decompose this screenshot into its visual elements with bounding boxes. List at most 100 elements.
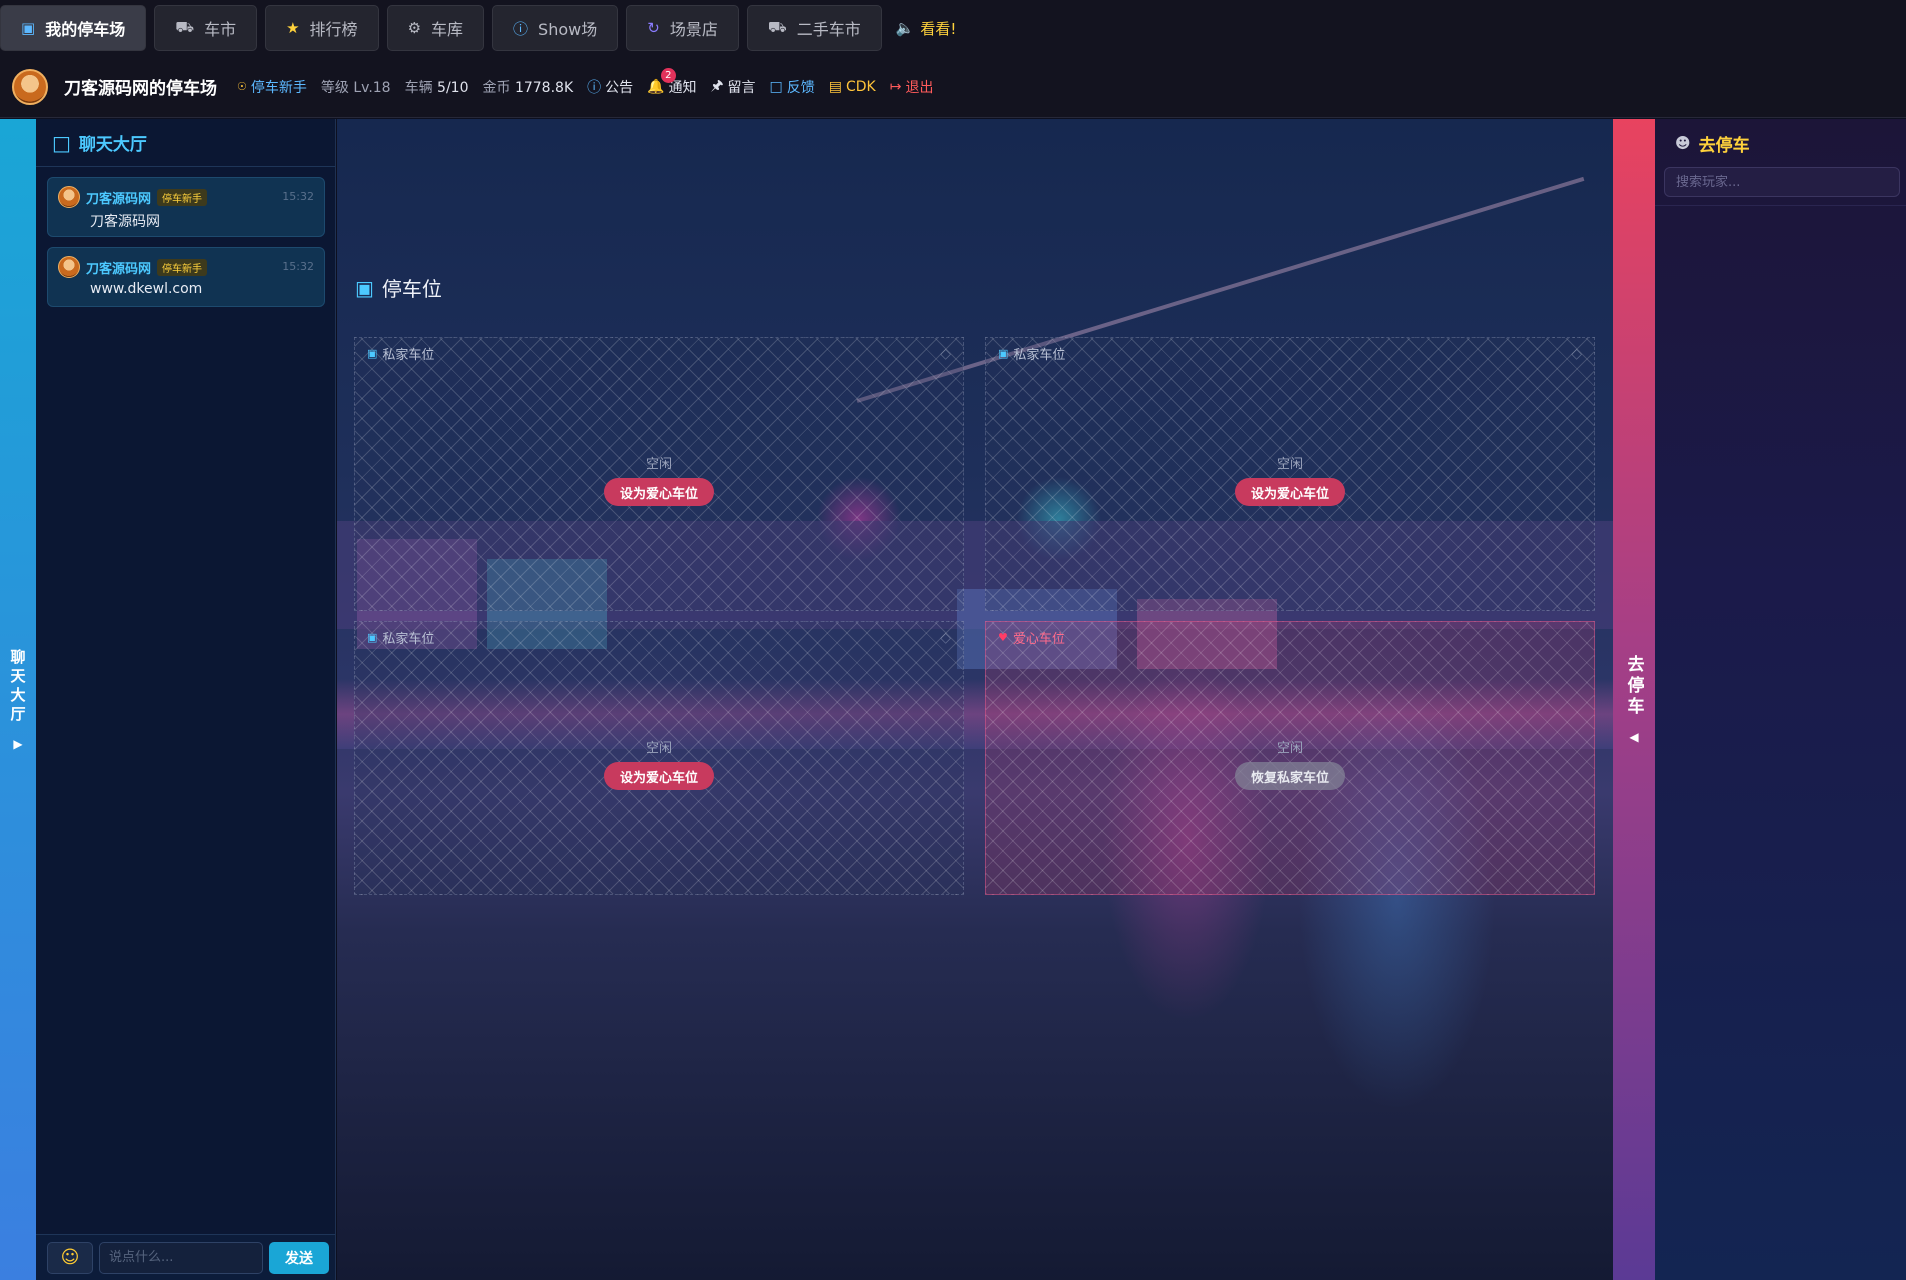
- slot-type: ▣ 私家车位: [367, 628, 434, 647]
- chat-panel: □ 聊天大厅 刀客源码网 停车新手 15:32 刀客源码网 刀客源码网 停车新手…: [36, 119, 336, 1280]
- arrow-left-icon: ◀: [1629, 730, 1639, 744]
- chat-header: □ 聊天大厅: [36, 119, 335, 167]
- feedback-label: 反馈: [786, 79, 815, 96]
- tab-show[interactable]: ⓘ Show场: [492, 5, 619, 51]
- star-icon: ★: [286, 19, 300, 37]
- tab-label: Show场: [538, 20, 598, 39]
- avatar[interactable]: [12, 68, 48, 105]
- go-park-drawer-label: 去停车: [1623, 655, 1644, 718]
- chat-drawer-label: 聊天大厅: [8, 648, 27, 725]
- tab-label: 车库: [431, 20, 464, 39]
- notice-link[interactable]: ⓘ 公告: [587, 77, 633, 97]
- tab-garage[interactable]: ⚙ 车库: [386, 5, 485, 51]
- parking-slot[interactable]: ▣ 私家车位 ◇ 空闲 设为爱心车位: [354, 337, 964, 611]
- parking-slot[interactable]: ▣ 私家车位 ◇ 空闲 设为爱心车位: [354, 621, 964, 895]
- slot-type: ▣ 私家车位: [367, 344, 434, 363]
- parking-title: 停车位: [381, 277, 442, 301]
- chat-bubble-icon: □: [769, 78, 783, 95]
- chat-message: 刀客源码网 停车新手 15:32 刀客源码网: [47, 177, 325, 237]
- logout-link[interactable]: ↦ 退出: [890, 77, 934, 97]
- go-park-header: ☻ 去停车: [1655, 119, 1906, 167]
- slot-type-label: 私家车位: [382, 348, 435, 363]
- gold-stat: 金币 1778.8K: [483, 77, 574, 97]
- level-title: 停车新手: [250, 79, 307, 96]
- chat-input[interactable]: [99, 1241, 263, 1274]
- avatar[interactable]: [58, 186, 80, 208]
- message-label: 留言: [727, 79, 756, 96]
- slot-status: 空闲: [1276, 741, 1303, 756]
- chat-title: 聊天大厅: [78, 135, 147, 155]
- tab-used-car-market[interactable]: ⛟ 二手车市: [746, 5, 882, 51]
- chat-drawer-toggle[interactable]: 聊天大厅 ▶: [0, 119, 36, 1280]
- go-park-title: 去停车: [1698, 135, 1750, 156]
- slot-type-label: 爱心车位: [1012, 632, 1065, 647]
- notify-link[interactable]: 🔔 通知 2: [647, 67, 697, 97]
- pin-icon: 🖈: [710, 77, 724, 94]
- refresh-icon: ↻: [647, 19, 660, 37]
- parking-section-title: ▣ 停车位: [355, 273, 442, 302]
- feedback-link[interactable]: □ 反馈: [770, 77, 815, 97]
- tab-car-market[interactable]: ⛟ 车市: [154, 5, 258, 51]
- tab-my-parking[interactable]: ▣ 我的停车场: [0, 5, 147, 51]
- gear-icon: ⚙: [407, 19, 422, 37]
- chat-text: 刀客源码网: [90, 214, 160, 230]
- tab-scene-shop[interactable]: ↻ 场景店: [626, 5, 739, 51]
- parking-icon: ▣: [21, 19, 36, 37]
- smiley-icon: ☺: [60, 1247, 80, 1268]
- parking-slot-love[interactable]: ♥ 爱心车位 空闲 恢复私家车位: [985, 621, 1595, 895]
- arrow-right-icon: ▶: [13, 736, 23, 751]
- avatar[interactable]: [58, 256, 80, 278]
- set-love-slot-button[interactable]: 设为爱心车位: [603, 762, 715, 790]
- target-icon: ☉: [237, 80, 247, 93]
- logout-label: 退出: [905, 79, 934, 96]
- parking-icon: ▣: [355, 275, 374, 300]
- tab-label: 场景店: [669, 20, 718, 39]
- tab-leaderboard[interactable]: ★ 排行榜: [265, 5, 379, 51]
- cdk-link[interactable]: ▤ CDK: [829, 79, 876, 95]
- diamond-icon: ◇: [940, 630, 951, 646]
- go-park-drawer-toggle[interactable]: 去停车 ◀: [1613, 119, 1655, 1280]
- info-icon: ⓘ: [513, 19, 529, 38]
- top-nav: ▣ 我的停车场 ⛟ 车市 ★ 排行榜 ⚙ 车库 ⓘ Show场 ↻ 场景店 ⛟ …: [0, 0, 1906, 56]
- gift-icon: ▤: [828, 78, 842, 95]
- tab-label: 二手车市: [796, 20, 861, 39]
- restore-private-slot-button[interactable]: 恢复私家车位: [1234, 762, 1346, 790]
- set-love-slot-button[interactable]: 设为爱心车位: [1234, 478, 1346, 506]
- chat-username[interactable]: 刀客源码网: [86, 258, 151, 277]
- announcement-text: 看看!: [920, 19, 957, 38]
- user-icon: ☻: [1675, 134, 1691, 152]
- lock-icon: ▣: [367, 631, 378, 644]
- cdk-label: CDK: [845, 78, 876, 95]
- player-search-input[interactable]: [1664, 167, 1900, 197]
- heart-icon: ♥: [998, 631, 1008, 644]
- diamond-icon: ◇: [1571, 346, 1582, 362]
- notice-label: 公告: [605, 79, 634, 96]
- gold-label: 金币: [482, 79, 511, 96]
- chat-timestamp: 15:32: [282, 190, 314, 203]
- chat-username[interactable]: 刀客源码网: [86, 188, 151, 207]
- go-park-panel: ☻ 去停车: [1655, 119, 1906, 1280]
- slot-type-label: 私家车位: [1013, 348, 1066, 363]
- logout-icon: ↦: [889, 78, 902, 95]
- lock-icon: ▣: [367, 347, 378, 360]
- info-icon: ⓘ: [587, 79, 602, 96]
- chat-user-tag: 停车新手: [157, 188, 208, 206]
- gold-value: 1778.8K: [514, 79, 574, 96]
- diamond-icon: ◇: [940, 346, 951, 362]
- level-title-badge: ☉ 停车新手: [237, 77, 307, 97]
- parking-scene: ▣ 停车位 ▣ 私家车位 ◇ 空闲 设为爱心车位 ▣ 私家车位 ◇ 空闲 设为爱…: [337, 119, 1613, 1280]
- slot-status: 空闲: [645, 457, 672, 472]
- vehicles-stat: 车辆 5/10: [405, 77, 469, 97]
- send-button[interactable]: 发送: [269, 1241, 329, 1274]
- set-love-slot-button[interactable]: 设为爱心车位: [603, 478, 715, 506]
- chat-user-tag: 停车新手: [157, 258, 208, 276]
- tab-label: 排行榜: [309, 20, 358, 39]
- tab-label: 我的停车场: [45, 20, 126, 39]
- message-link[interactable]: 🖈 留言: [711, 75, 756, 99]
- level-stat: 等级 Lv.18: [320, 79, 391, 96]
- slot-type: ♥ 爱心车位: [998, 628, 1065, 647]
- park-name: 刀客源码网的停车场: [64, 79, 217, 99]
- parking-slot[interactable]: ▣ 私家车位 ◇ 空闲 设为爱心车位: [985, 337, 1595, 611]
- announcement-link[interactable]: 🔈 看看!: [896, 18, 957, 39]
- emoji-button[interactable]: ☺: [47, 1241, 93, 1274]
